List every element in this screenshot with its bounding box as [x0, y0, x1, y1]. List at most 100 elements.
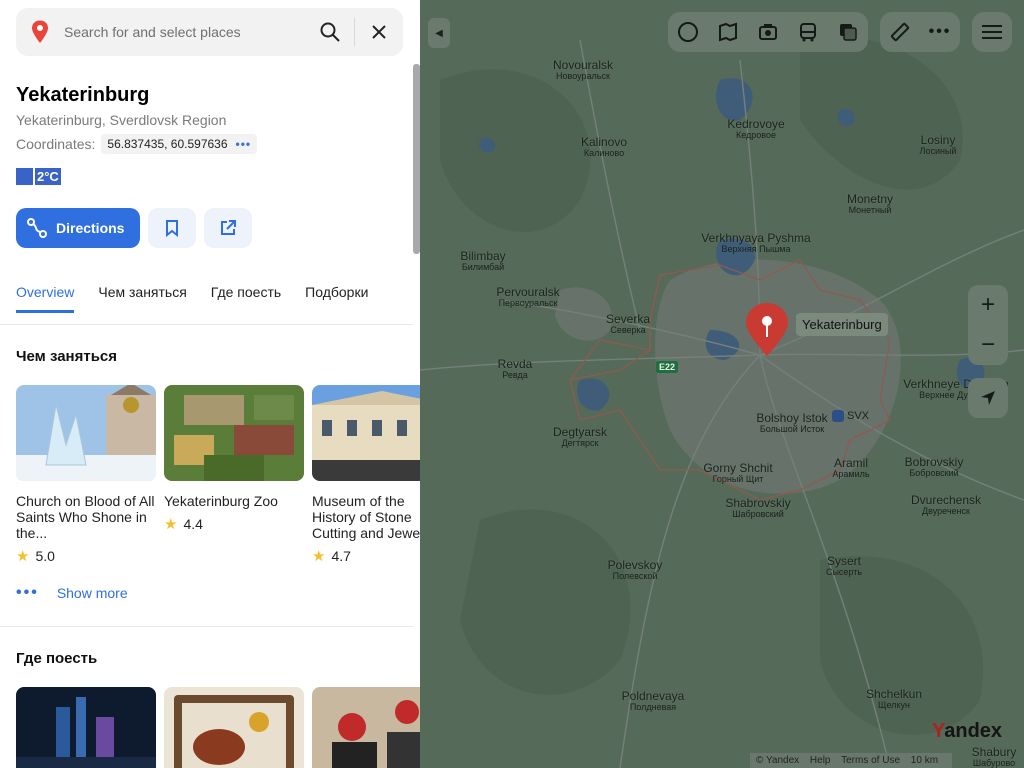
minus-icon: −	[980, 331, 995, 358]
zoom-controls: + −	[968, 285, 1008, 365]
tab-overview[interactable]: Overview	[16, 284, 75, 313]
map-book-icon	[719, 22, 737, 42]
city-label[interactable]: Polevskoy Полевской	[608, 559, 663, 581]
restaurant-image	[164, 687, 304, 768]
plus-icon: +	[980, 291, 995, 318]
attraction-card[interactable]: Museum of the History of Stone Cutting a…	[312, 385, 420, 565]
where-to-eat-cards	[16, 687, 420, 768]
city-label[interactable]: Monetny Монетный	[847, 193, 893, 215]
search-input[interactable]	[64, 24, 306, 40]
action-buttons: Directions	[16, 208, 253, 248]
city-label[interactable]: Aramil Арамиль	[832, 457, 869, 479]
restaurant-card[interactable]	[16, 687, 156, 768]
ruler-button[interactable]	[880, 12, 920, 52]
camera-icon	[759, 24, 777, 40]
city-label[interactable]: Verkhnyaya Pyshma Верхняя Пышма	[701, 232, 810, 254]
search-bar	[16, 8, 403, 56]
tab-collections[interactable]: Подборки	[305, 284, 368, 313]
bookmark-icon	[166, 220, 179, 237]
scale-label: 10 km	[910, 755, 939, 766]
star-icon: ★	[16, 548, 30, 565]
map-layers-toolbar	[668, 12, 868, 52]
zoom-out-button[interactable]: −	[968, 325, 1008, 365]
terms-link[interactable]: Terms of Use	[841, 755, 900, 766]
city-label[interactable]: Novouralsk Новоуральск	[553, 59, 613, 81]
share-button[interactable]	[204, 208, 253, 248]
star-icon: ★	[164, 516, 178, 533]
city-label[interactable]: Shabrovskiy Шабровский	[725, 497, 790, 519]
city-label[interactable]: Dvurechensk Двуреченск	[911, 494, 981, 516]
city-label[interactable]: Shchelkun Щелкун	[866, 688, 922, 710]
section-title-things-to-do: Чем заняться	[16, 348, 118, 365]
yandex-logo: Yandex	[932, 720, 1003, 742]
city-label[interactable]: Severka Северка	[606, 313, 650, 335]
map-view[interactable]: Novouralsk Новоуральск Kedrovoye Кедровое …	[420, 0, 1024, 768]
search-button[interactable]	[306, 8, 354, 56]
tab-where-to-eat[interactable]: Где поесть	[211, 284, 281, 313]
layer-atlas-button[interactable]	[708, 12, 748, 52]
scrollbar[interactable]	[413, 64, 420, 254]
attraction-card[interactable]: Yekaterinburg Zoo ★ 4.4	[164, 385, 304, 565]
city-label[interactable]: Poldnevaya Полдневая	[622, 690, 685, 712]
bus-icon	[800, 23, 816, 42]
city-label[interactable]: Bilimbay Билимбай	[460, 250, 505, 272]
city-label[interactable]: Gorny Shchit Горный Щит	[703, 462, 772, 484]
show-more-link[interactable]: ••• Show more	[16, 584, 128, 602]
airport-marker[interactable]: SVX	[832, 410, 869, 422]
chevron-left-icon: ◀	[435, 27, 443, 39]
layer-scheme-button[interactable]	[668, 12, 708, 52]
map-footer: © Yandex Help Terms of Use 10 km	[750, 753, 953, 768]
city-label[interactable]: Losiny Лосиный	[920, 134, 957, 156]
city-label[interactable]: Bobrovskiy Бобровский	[905, 456, 964, 478]
star-icon: ★	[312, 548, 326, 565]
attraction-card[interactable]: Church on Blood of All Saints Who Shone …	[16, 385, 156, 565]
help-link[interactable]: Help	[810, 755, 831, 766]
clear-search-button[interactable]	[355, 8, 403, 56]
city-label[interactable]: Degtyarsk Дегтярск	[553, 426, 607, 448]
location-pin-icon	[16, 8, 64, 56]
navigation-arrow-icon	[981, 391, 995, 405]
city-label[interactable]: Pervouralsk Первоуральск	[496, 286, 559, 308]
section-title-where-to-eat: Где поесть	[16, 650, 98, 667]
city-label[interactable]: Revda Ревда	[498, 358, 533, 380]
pin-label[interactable]: Yekaterinburg	[796, 313, 888, 336]
things-to-do-cards: Church on Blood of All Saints Who Shone …	[16, 385, 420, 565]
route-icon	[27, 218, 47, 238]
ruler-icon	[890, 22, 910, 42]
coordinates-more-icon[interactable]: •••	[236, 137, 252, 151]
city-label[interactable]: Kalinovo Калиново	[581, 136, 627, 158]
tab-things-to-do[interactable]: Чем заняться	[98, 284, 186, 313]
section-divider	[0, 626, 413, 627]
layer-traffic-button[interactable]	[828, 12, 868, 52]
bookmark-button[interactable]	[148, 208, 197, 248]
tab-bar: Overview Чем заняться Где поесть Подборк…	[16, 284, 368, 313]
collapse-panel-button[interactable]: ◀	[428, 18, 450, 48]
restaurant-image	[16, 687, 156, 768]
city-label[interactable]: Sysert Сысерть	[826, 555, 862, 577]
more-dots-icon: •••	[16, 584, 39, 601]
city-label[interactable]: Shabury Шабурово	[972, 746, 1017, 768]
directions-button[interactable]: Directions	[16, 208, 141, 248]
restaurant-image	[312, 687, 420, 768]
place-region: Yekaterinburg, Sverdlovsk Region	[16, 112, 227, 128]
menu-button[interactable]	[972, 12, 1012, 52]
city-label[interactable]: Kedrovoye Кедровое	[727, 118, 784, 140]
zoom-in-button[interactable]: +	[968, 285, 1008, 325]
layer-panorama-button[interactable]	[748, 12, 788, 52]
place-pin[interactable]	[744, 302, 790, 363]
coordinates-value[interactable]: 56.837435, 60.597636 •••	[101, 134, 258, 154]
search-icon	[320, 22, 340, 42]
coordinates-label: Coordinates:	[16, 136, 96, 152]
hamburger-menu-icon	[982, 25, 1002, 39]
map-tools-toolbar: •••	[880, 12, 960, 52]
my-location-button[interactable]	[968, 378, 1008, 418]
attraction-name: Yekaterinburg Zoo	[164, 493, 278, 509]
layers-icon	[840, 24, 857, 41]
restaurant-card[interactable]	[312, 687, 420, 768]
restaurant-card[interactable]	[164, 687, 304, 768]
more-tools-button[interactable]: •••	[920, 12, 960, 52]
city-label[interactable]: Bolshoy Istok Большой Исток	[756, 412, 827, 434]
layer-transit-button[interactable]	[788, 12, 828, 52]
weather-widget[interactable]: 2°C	[16, 168, 61, 185]
map-pin-icon	[746, 303, 788, 356]
